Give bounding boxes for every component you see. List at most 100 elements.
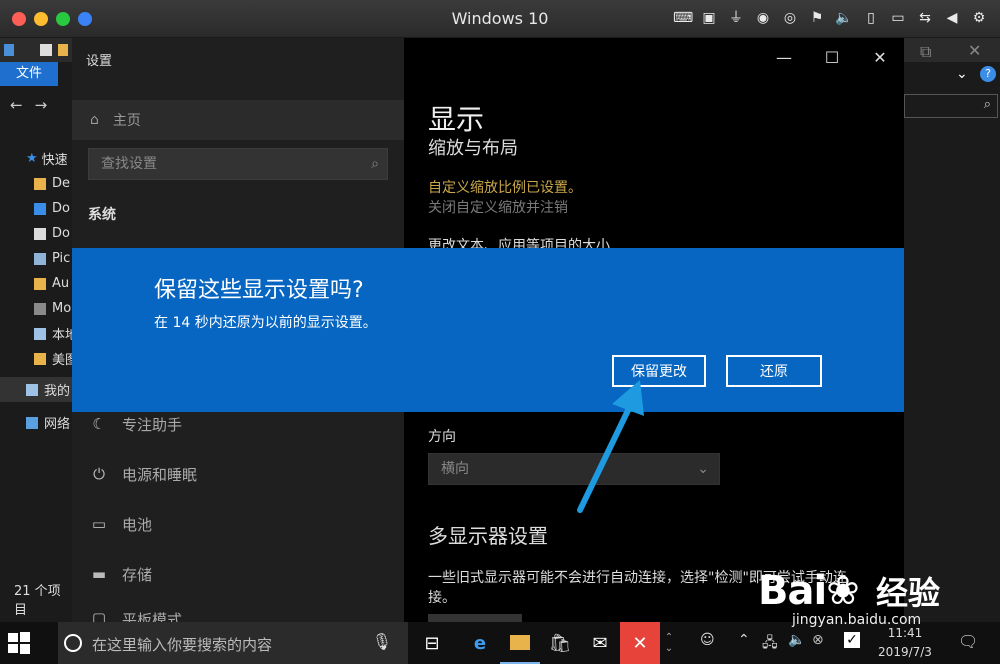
windows-start-icon[interactable] [8,632,30,654]
restore-icon[interactable]: ⧉ [920,42,931,62]
storage-icon: ▬ [91,565,107,583]
chevron-down-icon: ⌄ [697,461,709,477]
page-title: 显示 [428,103,485,136]
network-icon[interactable]: ⚑ [808,9,826,27]
taskbar-scroll[interactable]: ⌃ ⌄ [662,622,676,664]
item-count: 21 个项目 [14,584,61,618]
this-pc-item[interactable]: 我的 [0,377,72,402]
battery-icon: ▭ [91,515,107,533]
app-red-icon[interactable]: ✕ [620,622,660,664]
sidebar-item-focus-assist[interactable]: ☾ 专注助手 [88,409,182,439]
moon-icon: ☾ [92,415,106,433]
task-view-icon[interactable]: ⊟ [412,622,452,664]
sidebar-item-battery[interactable]: ▭ 电池 [88,509,152,539]
watermark-text: 经验 [876,574,941,612]
store-icon[interactable]: 🛍 [540,622,580,664]
close-icon[interactable]: ✕ [968,41,981,60]
file-tab[interactable]: 文件 [0,62,58,86]
detect-button[interactable] [428,614,522,622]
home-nav-item[interactable]: ⌂ 主页 [72,100,404,140]
file-explorer-left: 文件 ←→ ★ 快速 De Do Do Pic Au Mo 本地 美图 我的 网络… [0,38,72,622]
minimize-button[interactable]: — [760,38,808,76]
list-item[interactable]: Mo [0,296,72,321]
network-tray-icon[interactable]: 🖧 [762,632,778,656]
explorer-app-icon [4,44,14,56]
network-item[interactable]: 网络 [0,410,72,435]
people-icon[interactable]: ☺ [700,632,715,648]
usb-icon[interactable]: ⏚ [727,9,745,27]
nav-arrows[interactable]: ←→ [10,96,59,114]
check-tray-icon[interactable]: ✓ [844,632,860,648]
taskbar: 在这里输入你要搜索的内容 🎙 ⊟ e 🛍 ✉ ✕ ⌃ ⌄ ☺ ⌃ 🖧 🔈 ⊗ ✓ … [0,622,1000,664]
file-explorer-icon[interactable] [500,622,540,664]
list-item[interactable]: Au [0,271,72,296]
folder-icon [34,177,46,190]
search-icon: ⌕ [983,97,991,112]
keep-display-settings-dialog: 保留这些显示设置吗? 在 14 秒内还原为以前的显示设置。 保留更改 还原 [72,248,904,412]
sidebar-item-storage[interactable]: ▬ 存储 [88,559,152,589]
computer-icon [26,383,38,396]
taskbar-clock[interactable]: 11:41 2019/7/3 [870,624,940,662]
notification-icon[interactable]: 🗨 [958,632,978,651]
cpu-icon[interactable]: ▣ [700,9,718,27]
chevron-up-icon[interactable]: ⌃ [738,632,750,648]
movie-icon [34,302,46,315]
folder-icon [34,277,46,290]
screen-share-icon[interactable]: ⇆ [916,9,934,27]
baidu-logo: Bai❀ [758,568,860,614]
sidebar-item-power-sleep[interactable]: ⏻ 电源和睡眠 [88,459,197,489]
explorer-quick-toolbar [0,38,72,62]
list-item[interactable]: 本地 [0,321,72,346]
home-icon: ⌂ [90,112,99,128]
watermark-url: jingyan.baidu.com [792,612,922,628]
list-item[interactable]: 美图 [0,346,72,371]
power-icon: ⏻ [93,465,105,483]
paw-icon: ❀ [826,568,860,614]
microphone-icon[interactable]: 🎙 [372,632,392,651]
document-icon [34,227,46,240]
list-item[interactable]: Pic [0,246,72,271]
help-icon[interactable]: ? [980,66,996,82]
taskbar-search-input[interactable]: 在这里输入你要搜索的内容 🎙 [58,622,408,664]
close-button[interactable]: ✕ [856,38,904,76]
edge-icon[interactable]: e [460,622,500,664]
picture-icon [34,252,46,265]
check-icon[interactable] [40,44,52,56]
star-icon: ★ [26,151,38,166]
sidebar-item-tablet-mode[interactable]: ▢ 平板模式 [88,609,182,622]
camera-icon[interactable]: ▭ [889,9,907,27]
cortana-icon [64,634,82,652]
list-item[interactable]: Do [0,221,72,246]
disable-custom-scale-link[interactable]: 关闭自定义缩放并注销 [428,197,568,217]
chevron-down-icon[interactable]: ⌄ [956,66,968,82]
volume-icon[interactable]: 🔈 [835,9,853,27]
mail-icon[interactable]: ✉ [580,622,620,664]
computer-icon [34,327,46,340]
dialog-title: 保留这些显示设置吗? [154,278,364,303]
orientation-dropdown[interactable]: 横向 ⌄ [428,453,720,485]
back-triangle-icon[interactable]: ◀ [943,9,961,27]
explorer-search[interactable]: ⌕ [904,94,998,118]
window-title: 设置 [86,54,113,69]
disc-icon[interactable]: ◉ [754,9,772,27]
maximize-button[interactable]: ☐ [808,38,856,76]
list-item[interactable]: De [0,171,72,196]
error-tray-icon[interactable]: ⊗ [812,632,824,648]
settings-search-input[interactable]: 查找设置 ⌕ [88,148,388,180]
explorer-title-strip: ⧉ ✕ [904,38,1000,62]
vm-toolbar: ⌨ ▣ ⏚ ◉ ◎ ⚑ 🔈 ▯ ▭ ⇆ ◀ ⚙ [673,9,988,27]
folder-icon[interactable] [58,44,68,56]
window-controls: — ☐ ✕ [760,38,904,76]
volume-tray-icon[interactable]: 🔈 [788,632,805,648]
keep-changes-button[interactable]: 保留更改 [612,355,706,387]
orientation-label: 方向 [428,429,456,445]
revert-button[interactable]: 还原 [726,355,822,387]
quick-access-item[interactable]: ★ 快速 [0,146,72,171]
keyboard-icon[interactable]: ⌨ [673,9,693,27]
disc2-icon[interactable]: ◎ [781,9,799,27]
phone-icon[interactable]: ▯ [862,9,880,27]
list-item[interactable]: Do [0,196,72,221]
dialog-message: 在 14 秒内还原为以前的显示设置。 [154,315,377,331]
file-explorer-right: ⧉ ✕ ⌄ ? ⌕ [904,38,1000,622]
gear-icon[interactable]: ⚙ [970,9,988,27]
